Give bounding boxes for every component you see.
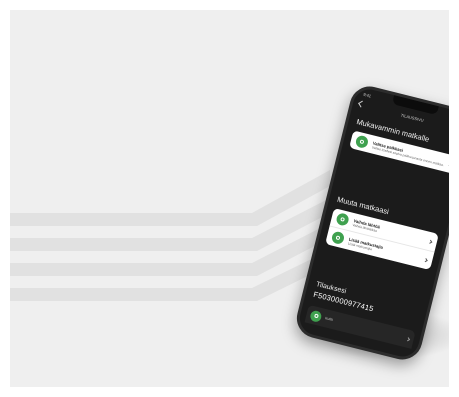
chevron-right-icon [423,257,428,262]
chevron-right-icon [428,239,433,244]
nav-title: TILAUSSIVU [400,111,425,123]
back-icon[interactable] [358,100,365,108]
change-icon [335,212,350,227]
comfort-card: Valitse paikkasi Valitse itsellesi sopiv… [349,130,449,174]
chevron-right-icon [447,161,449,166]
list-item-label: Kuitti [324,316,334,322]
list-item-select-seat[interactable]: Valitse paikkasi Valitse itsellesi sopiv… [349,130,449,174]
add-passenger-icon [330,230,346,246]
seat-icon [354,134,370,150]
receipt-icon [309,309,323,323]
chevron-right-icon [406,336,411,341]
change-card: Vaihda lähtöä Vaihda lähtöaikaa Lisää ma… [325,207,439,271]
product-image-canvas: 9:41 TILAUSSIVU Mukavammin matkalle Vali… [10,10,449,387]
status-time: 9:41 [363,91,372,99]
